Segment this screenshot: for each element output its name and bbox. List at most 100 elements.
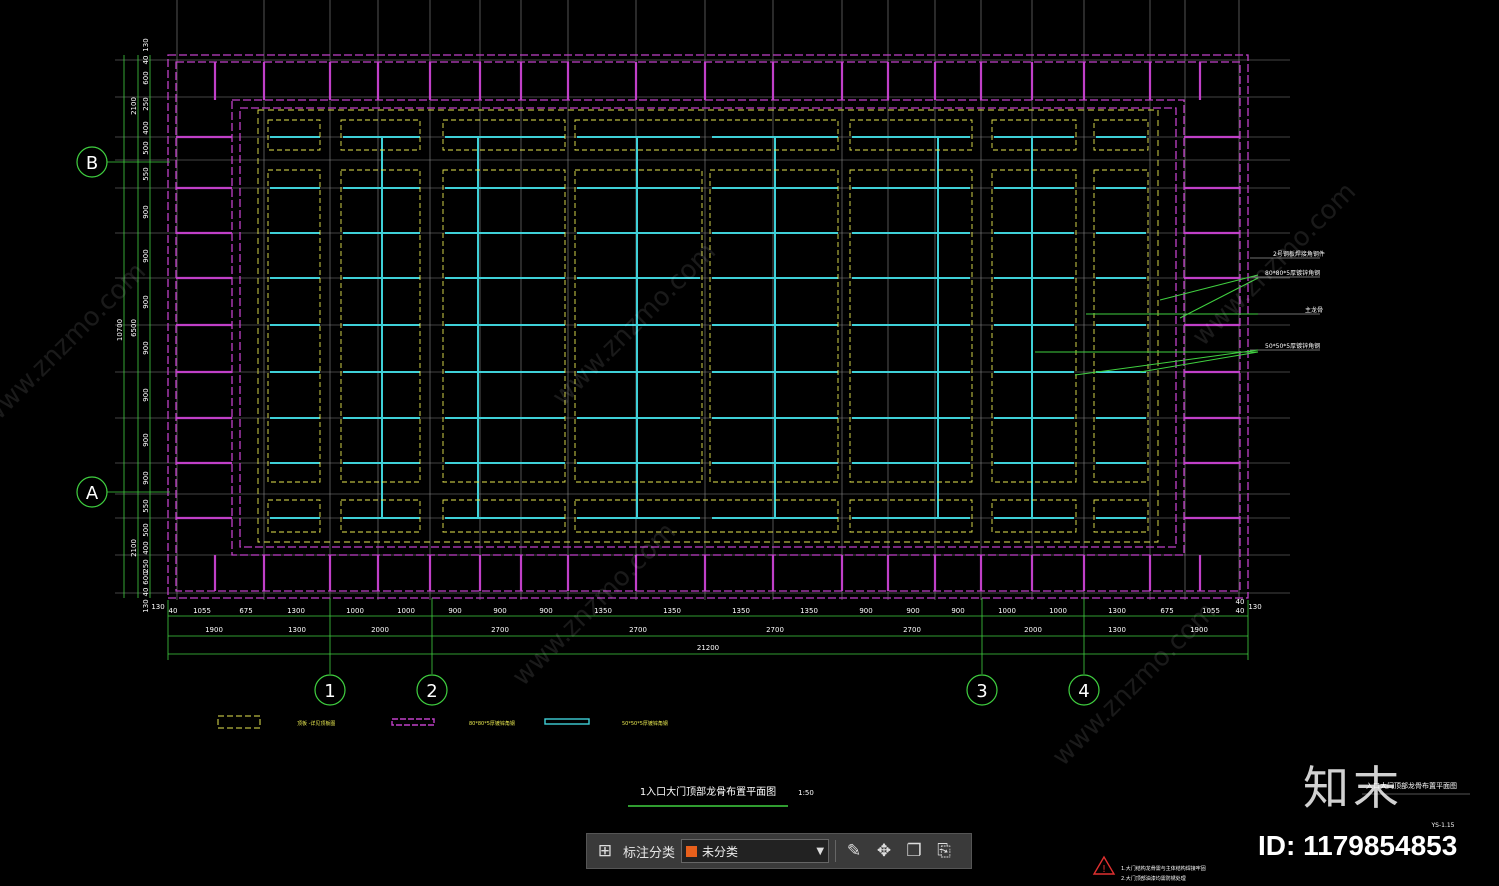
frame-outline <box>175 61 1241 592</box>
warning-mark: ! <box>1102 864 1106 875</box>
legend-label: 80*80*5厚镀锌角钢 <box>469 720 515 727</box>
category-color-swatch <box>686 845 698 857</box>
dim-text-left: 550 <box>142 499 150 512</box>
dim-text-left: 130 <box>142 38 150 51</box>
panel-outline <box>267 119 321 151</box>
drawing-scale: 1:50 <box>798 789 814 797</box>
dim-text-top: 1000 <box>1049 607 1067 615</box>
dim-text-mid: 2700 <box>629 626 647 634</box>
dim-text-left: 900 <box>142 295 150 308</box>
grid-view-icon[interactable]: ⊞ <box>593 839 617 863</box>
category-select[interactable]: 未分类 ▼ <box>681 839 830 863</box>
dim-text-left: 900 <box>142 471 150 484</box>
dim-text-mid: 2700 <box>491 626 509 634</box>
inner-keel-grid <box>270 136 1146 519</box>
dim-text-top: 1000 <box>397 607 415 615</box>
dim-text-left: 600 <box>142 571 150 584</box>
dim-text-top: 900 <box>951 607 964 615</box>
dim-text-left: 900 <box>142 341 150 354</box>
dim-text-top: 1000 <box>998 607 1016 615</box>
dim-text-top: 900 <box>539 607 552 615</box>
dim-text-mid: 1300 <box>288 626 306 634</box>
panel-outline <box>574 499 839 533</box>
annotation-toolbar: ⊞ 标注分类 未分类 ▼ ✎ ✥ ❐ ⎘ <box>586 833 972 869</box>
toolbar-divider <box>835 840 837 862</box>
frame-outline <box>231 99 1185 556</box>
panel-outline <box>340 499 421 533</box>
dim-text-top: 1300 <box>1108 607 1126 615</box>
legend-swatch-cyan <box>544 718 590 725</box>
watermark-text: www.znzmo.com <box>1047 597 1222 772</box>
watermark-logo: 知末 <box>1303 761 1403 815</box>
axis-label: 4 <box>1078 681 1089 702</box>
dim-text-left: 400 <box>142 541 150 554</box>
panel-outline <box>340 119 421 151</box>
dim-text-top: 40 <box>169 607 178 615</box>
panel-outline <box>1093 499 1149 533</box>
dim-text-top: 1000 <box>346 607 364 615</box>
dim-text-mid: 2700 <box>903 626 921 634</box>
dim-text-left: 500 <box>142 523 150 536</box>
dim-text-left-outer: 6500 <box>130 319 138 337</box>
dim-text-top: 900 <box>906 607 919 615</box>
dim-text-left: 40 <box>142 56 150 65</box>
dim-text-left: 900 <box>142 205 150 218</box>
dim-text-left: 400 <box>142 121 150 134</box>
edit-icon[interactable]: ✎ <box>842 839 866 863</box>
note-line: 2.大门顶部油漆均需防锈处理 <box>1121 875 1186 882</box>
cad-drawing-canvas[interactable]: 40 1055 675 1300 1000 1000 900 900 900 1350 1350 13… <box>0 0 1499 886</box>
dim-text-top: 1300 <box>287 607 305 615</box>
copy-icon[interactable]: ❐ <box>902 839 926 863</box>
panel-outline <box>991 499 1077 533</box>
dim-text-left: 40 <box>142 588 150 597</box>
dim-edge-right: 130 <box>1248 603 1261 611</box>
dim-text-top: 900 <box>493 607 506 615</box>
frame-outline <box>239 107 1177 548</box>
watermark-text: www.znzmo.com <box>0 257 152 432</box>
panel-outline <box>849 499 973 533</box>
dim-text-mid: 2700 <box>766 626 784 634</box>
sheet-number: YS-1.15 <box>1431 822 1455 829</box>
dim-text-top: 675 <box>239 607 252 615</box>
dim-text-mid: 1900 <box>205 626 223 634</box>
legend-swatch-magenta <box>391 718 435 726</box>
dim-text-left-outer: 2100 <box>130 539 138 557</box>
dim-text-left: 900 <box>142 388 150 401</box>
watermark-text: www.znzmo.com <box>507 517 682 692</box>
dim-text-top: 40 <box>1236 607 1245 615</box>
dim-text-left: 250 <box>142 97 150 110</box>
callout-text: 50*50*5厚镀锌角钢 <box>1265 342 1320 350</box>
paste-icon[interactable]: ⎘ <box>932 839 956 863</box>
dim-text-top: 1055 <box>193 607 211 615</box>
drawing-legend: 顶板 -详见顶板图 80*80*5厚镀锌角钢 50*50*5厚镀锌角钢 <box>217 715 668 729</box>
dim-edge-left: 130 <box>151 603 164 611</box>
legend-label: 50*50*5厚镀锌角钢 <box>622 720 668 727</box>
dim-text-left: 550 <box>142 167 150 180</box>
legend-swatch-dashed <box>217 715 261 729</box>
dim-text-left: 900 <box>142 249 150 262</box>
callout-text: 主龙骨 <box>1305 306 1323 314</box>
dim-text-mid: 1300 <box>1108 626 1126 634</box>
axis-label: A <box>86 483 99 504</box>
dim-text-top: 1350 <box>732 607 750 615</box>
dim-text-top: 1350 <box>800 607 818 615</box>
dim-text-top: 1350 <box>663 607 681 615</box>
panel-outline <box>442 499 566 533</box>
drawing-title: 1入口大门顶部龙骨布置平面图 <box>640 785 776 798</box>
dim-text-total: 21200 <box>697 644 719 652</box>
axis-label: 3 <box>976 681 987 702</box>
panel-outline <box>574 119 839 151</box>
axis-label: 2 <box>426 681 437 702</box>
note-line: 1.大门结构龙骨需与主体结构焊接牢固 <box>1121 865 1206 872</box>
move-icon[interactable]: ✥ <box>872 839 896 863</box>
dim-edge-right-inner: 40 <box>1236 598 1245 606</box>
dim-text-mid: 2000 <box>371 626 389 634</box>
panel-outline <box>1093 119 1149 151</box>
panel-outline <box>991 119 1077 151</box>
watermark-text: www.znzmo.com <box>1187 177 1362 352</box>
dim-text-left-outer: 2100 <box>130 97 138 115</box>
axis-label: B <box>86 153 98 174</box>
panel-outline <box>267 499 321 533</box>
dim-text-left: 600 <box>142 71 150 84</box>
panel-outline <box>442 119 566 151</box>
